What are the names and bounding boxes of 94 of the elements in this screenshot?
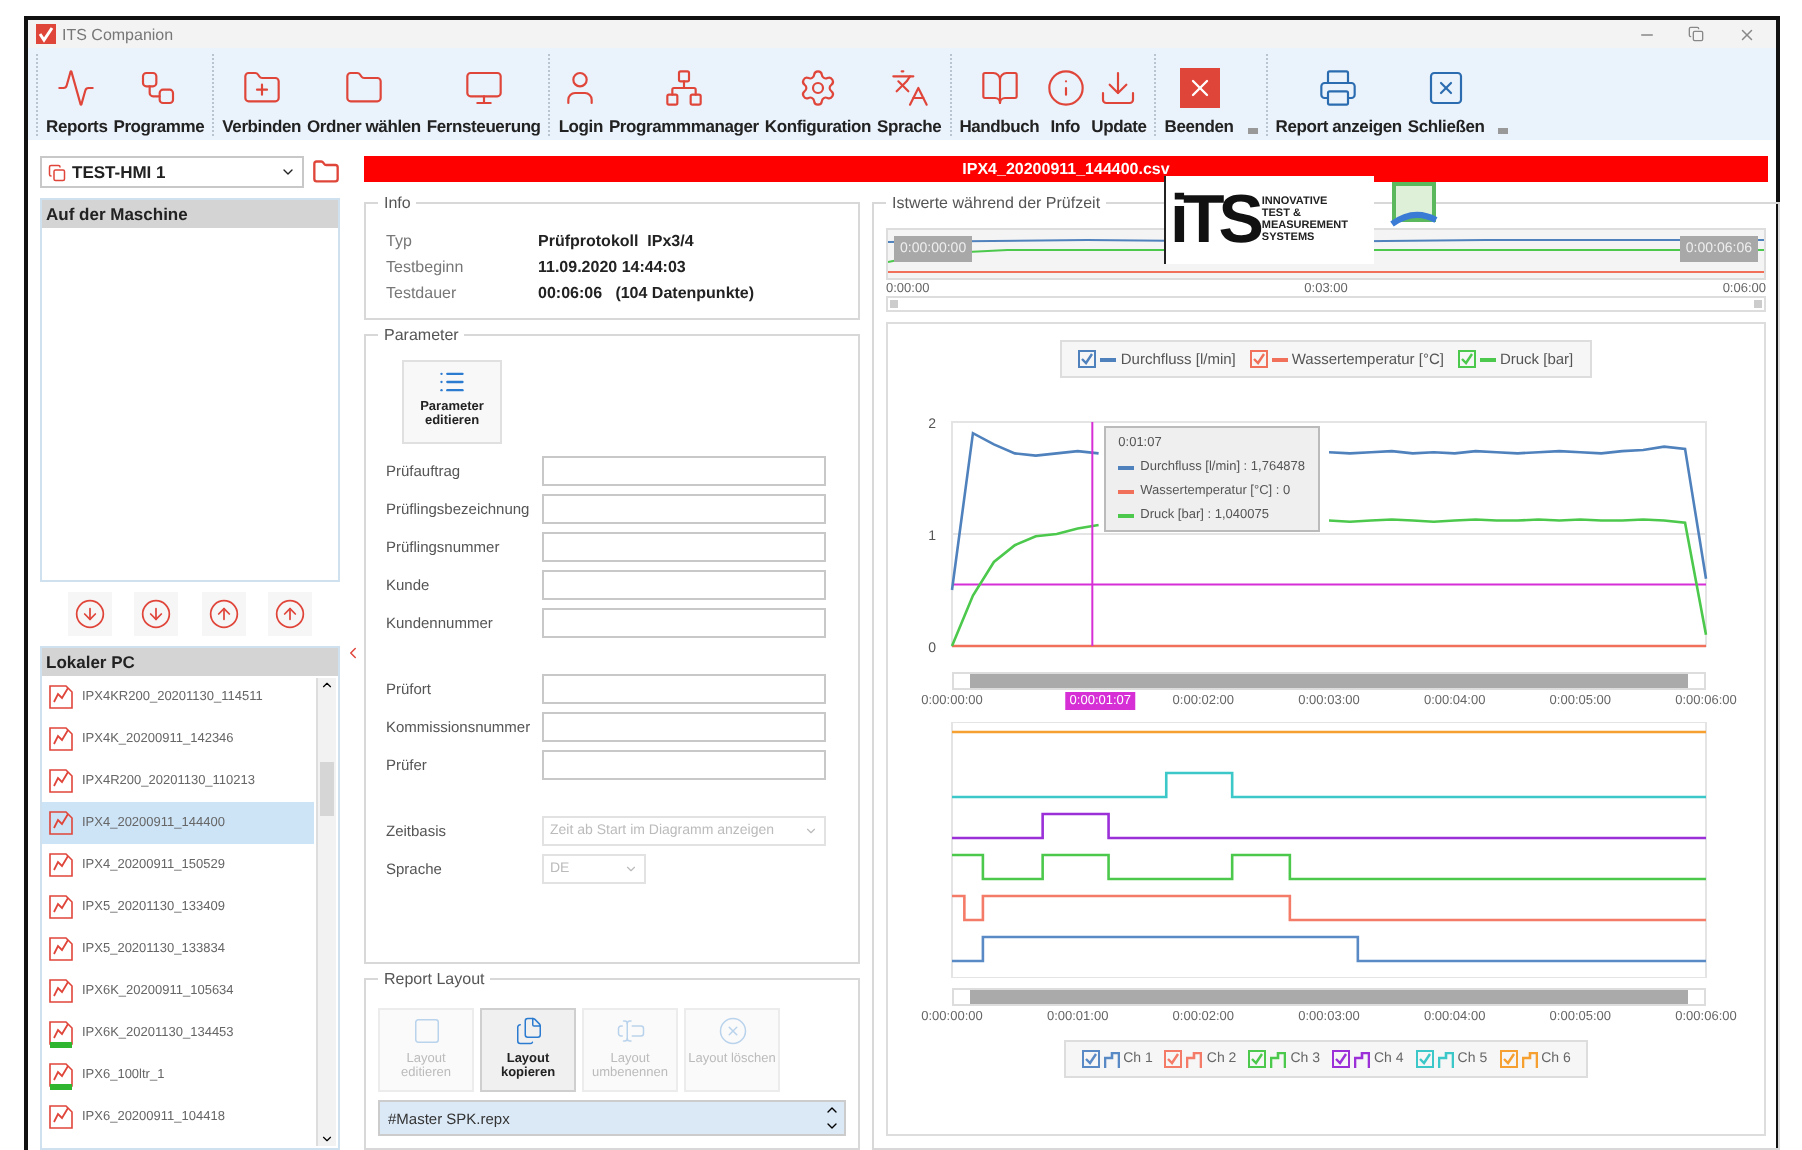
group-title: Parameter — [382, 326, 461, 344]
upload-button[interactable] — [201, 592, 246, 636]
list-header: Lokaler PC — [42, 648, 338, 676]
expander-icon[interactable] — [1498, 128, 1509, 134]
flowchart-icon — [138, 68, 179, 108]
window-title: ITS Companion — [62, 25, 176, 43]
folder-icon — [241, 68, 282, 108]
toolbar-button[interactable]: Handbuch — [959, 68, 1040, 136]
scroll-up-icon[interactable] — [320, 678, 334, 692]
caret-icon — [804, 824, 818, 838]
toolbar-button[interactable]: Info — [1045, 68, 1086, 136]
checkbox[interactable] — [1078, 350, 1097, 368]
logo-mark: iTS — [1170, 186, 1258, 254]
copy-icon — [513, 1016, 543, 1046]
language-icon — [889, 68, 930, 108]
input-field[interactable] — [542, 674, 826, 704]
scroll-down-icon[interactable] — [320, 1132, 334, 1146]
rename-icon — [615, 1016, 645, 1046]
toolbar-button[interactable]: Schließen — [1407, 68, 1485, 136]
toolbar-button[interactable]: Ordner wählen — [306, 68, 421, 136]
spin-down-icon[interactable] — [824, 1118, 840, 1134]
toolbar-button[interactable]: Konfiguration — [764, 68, 872, 136]
picture-icon — [1388, 180, 1440, 232]
toolbar-button[interactable]: Sprache — [877, 68, 942, 136]
checkbox[interactable] — [1499, 1050, 1518, 1068]
download-icon — [1098, 68, 1139, 108]
toolbar-button[interactable]: Verbinden — [222, 68, 301, 136]
device-dropdown[interactable]: TEST-HMI 1 — [40, 156, 304, 188]
checkbox[interactable] — [1457, 350, 1476, 368]
download-button[interactable] — [67, 592, 112, 636]
group-title: Istwerte während der Prüfzeit — [890, 194, 1103, 212]
info-label: Typ — [386, 232, 414, 250]
info-label: Testdauer — [386, 284, 459, 302]
book-icon — [979, 68, 1020, 108]
checkbox[interactable] — [1249, 350, 1268, 368]
list-header: Auf der Maschine — [42, 200, 338, 228]
input-field[interactable] — [542, 494, 826, 524]
arrow-down-icon — [73, 598, 106, 630]
arrow-up-icon — [207, 598, 240, 630]
group-title: Report Layout — [382, 970, 487, 988]
scrollbar[interactable] — [952, 672, 1706, 690]
toolbar-button[interactable]: Fernsteuerung — [426, 68, 541, 136]
close-icon — [1179, 68, 1220, 108]
arrow-up-icon — [274, 598, 307, 630]
file-title-bar: IPX4_20200911_144400.csv — [364, 156, 1768, 182]
close-icon — [1737, 25, 1755, 43]
info-value: Prüfprotokoll IPx3/4 — [538, 232, 696, 250]
checkbox[interactable] — [1248, 1050, 1267, 1068]
toolbar-button[interactable]: Beenden — [1164, 68, 1234, 136]
arrow-down-icon — [140, 598, 173, 630]
chart-icon — [56, 68, 97, 108]
delete-icon — [717, 1016, 747, 1046]
scrollbar[interactable] — [316, 678, 336, 1146]
scroll-thumb[interactable] — [320, 762, 334, 816]
toolbar-button[interactable]: Login — [558, 68, 603, 136]
info-value: 11.09.2020 14:44:03 — [538, 258, 688, 276]
spin-up-icon[interactable] — [824, 1102, 840, 1118]
input-field[interactable] — [542, 456, 826, 486]
input-field[interactable] — [542, 608, 826, 638]
restore-icon — [1688, 26, 1704, 42]
info-icon — [1045, 68, 1086, 108]
toolbar-button[interactable]: Reports — [46, 68, 108, 136]
checkbox[interactable] — [1415, 1050, 1434, 1068]
scrollbar[interactable] — [952, 988, 1706, 1006]
toolbar-button[interactable]: Report anzeigen — [1275, 68, 1402, 136]
network-icon — [663, 68, 704, 108]
input-field[interactable] — [542, 532, 826, 562]
checkbox[interactable] — [1332, 1050, 1350, 1068]
caret-icon — [280, 164, 296, 180]
group-title: Info — [382, 194, 413, 212]
monitor-icon — [463, 68, 504, 108]
checkbox[interactable] — [1164, 1050, 1183, 1068]
settings-icon — [797, 68, 838, 108]
toolbar-button[interactable]: Programmmanager — [608, 68, 759, 136]
caret-icon — [624, 862, 638, 876]
close-icon — [1426, 68, 1467, 108]
input-field[interactable] — [542, 570, 826, 600]
info-value: 00:06:06 (104 Datenpunkte) — [538, 284, 757, 302]
folder-icon — [343, 68, 384, 108]
input-field[interactable] — [542, 750, 826, 780]
toolbar-button[interactable]: Programme — [113, 68, 205, 136]
expander-icon[interactable] — [1247, 128, 1258, 134]
download-button[interactable] — [134, 592, 179, 636]
upload-button[interactable] — [268, 592, 313, 636]
folder-icon[interactable] — [312, 158, 340, 186]
list-icon — [438, 368, 466, 396]
frame-icon — [411, 1016, 441, 1046]
toolbar-button[interactable]: Update — [1091, 68, 1147, 136]
info-label: Testbeginn — [386, 258, 466, 276]
checkbox[interactable] — [1081, 1050, 1100, 1068]
printer-icon — [1318, 68, 1359, 108]
scrollbar[interactable] — [886, 296, 1766, 312]
device-icon — [48, 163, 66, 181]
input-field[interactable] — [542, 712, 826, 742]
